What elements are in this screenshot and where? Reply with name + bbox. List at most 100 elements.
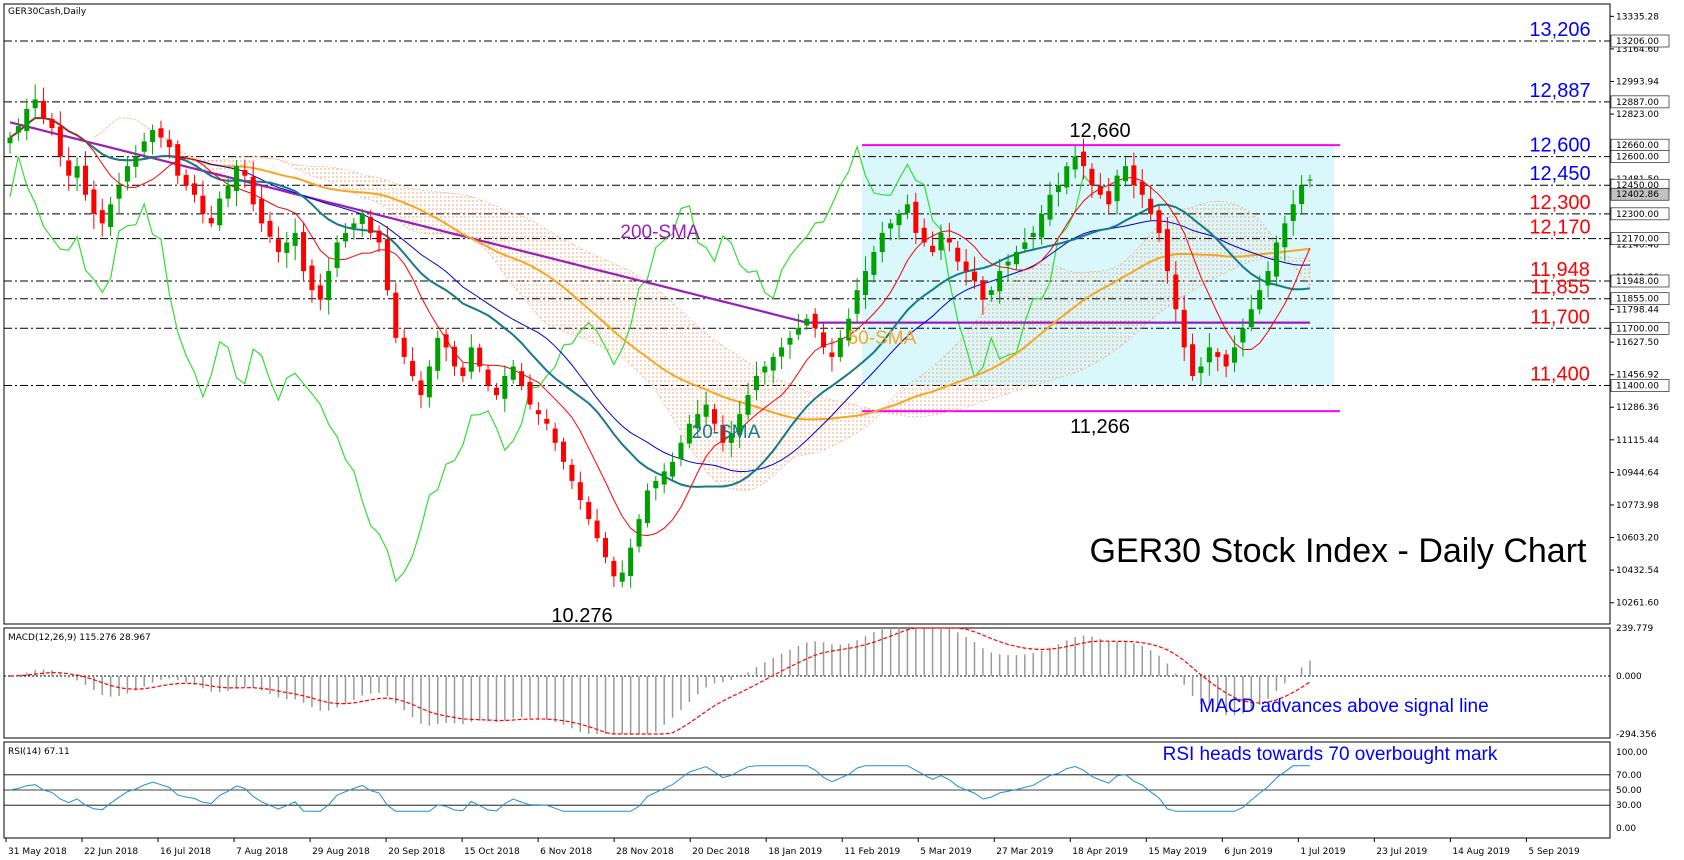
- candle-body: [561, 441, 567, 462]
- price-tag-label: 11700.00: [1616, 324, 1659, 334]
- candle-body: [888, 223, 894, 229]
- candle-body: [493, 387, 499, 396]
- candle-body: [963, 261, 969, 272]
- candle-body: [217, 198, 223, 226]
- candle-body: [804, 318, 810, 326]
- time-axis-label: 7 Aug 2018: [236, 847, 288, 857]
- candle-body: [309, 265, 315, 291]
- candle-body: [124, 166, 130, 182]
- candle-body: [275, 239, 281, 252]
- time-axis-label: 16 Jul 2018: [160, 847, 211, 857]
- level-label: 11,400: [1530, 364, 1590, 386]
- candle-body: [628, 547, 634, 577]
- candle-body: [242, 170, 248, 176]
- candle-body: [586, 501, 592, 520]
- candle-body: [435, 337, 441, 371]
- candle-body: [225, 185, 231, 199]
- candle-body: [1282, 223, 1288, 248]
- candle-body: [510, 366, 516, 380]
- time-axis-label: 23 Jul 2019: [1376, 847, 1427, 857]
- price-axis-label: 10261.60: [1616, 599, 1659, 609]
- candle-body: [1114, 175, 1120, 202]
- level-label: 12,170: [1529, 217, 1590, 239]
- candle-body: [443, 334, 449, 348]
- candle-body: [779, 347, 785, 357]
- candle-body: [376, 230, 382, 243]
- candle-body: [1156, 210, 1162, 233]
- level-label: 12,300: [1529, 192, 1590, 214]
- candle-body: [1022, 242, 1028, 249]
- price-axis-label: 12823.00: [1616, 110, 1659, 120]
- candle-body: [141, 141, 147, 152]
- candle-body: [74, 166, 80, 178]
- candle-body: [24, 108, 30, 132]
- candle-body: [99, 210, 105, 224]
- price-axis-label: 10432.54: [1616, 566, 1659, 576]
- candle-body: [678, 442, 684, 460]
- price-axis-label: 13335.28: [1616, 12, 1659, 22]
- candle-body: [921, 227, 927, 243]
- candle-body: [208, 218, 214, 224]
- candle-body: [946, 238, 952, 243]
- candle-body: [1190, 344, 1196, 376]
- rsi-axis-label: 70.00: [1616, 771, 1642, 781]
- candle-body: [91, 189, 97, 214]
- candle-body: [158, 128, 164, 138]
- candle-body: [602, 538, 608, 558]
- candle-body: [1164, 229, 1170, 272]
- candle-body: [611, 560, 617, 577]
- symbol-label: GER30Cash,Daily: [8, 7, 87, 17]
- time-axis-label: 15 May 2019: [1148, 847, 1207, 857]
- sma20-label: 20-SMA: [692, 422, 761, 443]
- time-axis-label: 20 Sep 2018: [388, 847, 445, 857]
- chart-title: GER30 Stock Index - Daily Chart: [1090, 532, 1588, 570]
- candle-body: [1223, 354, 1229, 367]
- price-tag-label: 12600.00: [1616, 153, 1659, 163]
- price-tag-label: 12660.00: [1616, 141, 1659, 151]
- candle-body: [1039, 213, 1045, 238]
- time-axis-label: 31 May 2018: [8, 847, 67, 857]
- price-tag-label: 12402.86: [1616, 190, 1659, 200]
- macd-annotation: MACD advances above signal line: [1199, 696, 1488, 717]
- time-axis-label: 29 Aug 2018: [312, 847, 370, 857]
- candle-body: [292, 232, 298, 246]
- candle-body: [829, 352, 835, 357]
- price-tag-label: 11855.00: [1616, 295, 1659, 305]
- candle-body: [1173, 274, 1179, 310]
- candle-body: [317, 285, 323, 300]
- candle-body: [1273, 242, 1279, 277]
- candle-body: [812, 313, 818, 329]
- candle-body: [393, 292, 399, 338]
- candle-body: [7, 137, 13, 144]
- candle-body: [670, 461, 676, 477]
- time-axis-label: 18 Jan 2019: [768, 847, 822, 857]
- candle-body: [770, 356, 776, 371]
- rsi-axis-label: 30.00: [1616, 801, 1642, 811]
- candle-body: [1307, 179, 1313, 181]
- macd-axis-label: -294.356: [1616, 730, 1657, 740]
- candle-body: [594, 520, 600, 539]
- candle-body: [930, 245, 936, 252]
- candle-body: [301, 232, 307, 272]
- price-tag-label: 11948.00: [1616, 277, 1659, 287]
- time-axis-label: 11 Feb 2019: [844, 847, 900, 857]
- candle-body: [1064, 166, 1070, 188]
- candle-body: [1106, 191, 1112, 205]
- time-axis-label: 27 Mar 2019: [996, 847, 1053, 857]
- candle-body: [871, 252, 877, 275]
- candle-body: [334, 242, 340, 269]
- candle-body: [577, 482, 583, 500]
- candle-body: [250, 176, 256, 205]
- candle-body: [351, 223, 357, 228]
- candle-body: [1097, 185, 1103, 195]
- candle-body: [1055, 185, 1061, 193]
- candle-body: [762, 366, 768, 373]
- candle-body: [636, 519, 642, 547]
- candle-body: [259, 198, 265, 224]
- price-axis-label: 11286.36: [1616, 403, 1659, 413]
- candle-body: [896, 213, 902, 226]
- candle-body: [787, 337, 793, 345]
- macd-axis-label: 0.000: [1616, 672, 1642, 682]
- candle-body: [544, 418, 550, 424]
- candle-body: [1265, 271, 1271, 286]
